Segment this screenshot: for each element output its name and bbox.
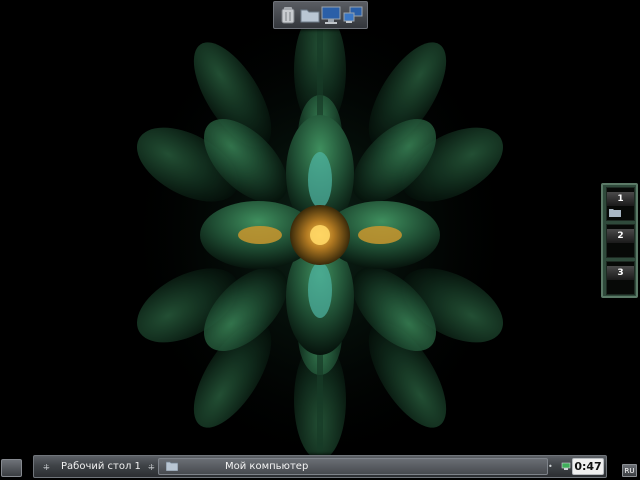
keyboard-layout-indicator[interactable]: RU <box>622 464 637 477</box>
grip-handle-icon[interactable]: ⁜ <box>43 463 50 472</box>
desktop-pager: 1 2 3 <box>601 183 638 298</box>
folder-icon <box>165 461 179 474</box>
pager-desktop-2[interactable]: 2 <box>606 224 635 258</box>
desktop-number: 2 <box>607 229 634 243</box>
trash-can-icon[interactable] <box>278 5 298 25</box>
desktop-wallpaper <box>0 0 640 480</box>
clock[interactable]: 0:47 <box>572 458 604 475</box>
show-desktop-button[interactable] <box>1 459 22 477</box>
pager-desktop-1[interactable]: 1 <box>606 187 635 221</box>
monitor-icon[interactable] <box>321 5 341 25</box>
network-tray-icon[interactable] <box>561 461 571 474</box>
folder-icon <box>609 208 621 217</box>
current-desktop-label[interactable]: Рабочий стол 1 <box>61 461 141 472</box>
tray-expand-icon[interactable]: • <box>548 462 553 471</box>
desktop-number: 1 <box>607 192 634 206</box>
task-label: Мой компьютер <box>225 461 309 472</box>
launcher-dock <box>273 1 368 29</box>
desktop-number: 3 <box>607 266 634 280</box>
taskbar: ⁜ Рабочий стол 1 ⁜ Мой компьютер • 0:47 <box>33 455 607 478</box>
folder-icon[interactable] <box>300 5 320 25</box>
network-computers-icon[interactable] <box>343 5 363 25</box>
task-button-my-computer[interactable]: Мой компьютер <box>158 458 548 475</box>
grip-handle-icon[interactable]: ⁜ <box>148 463 155 472</box>
pager-desktop-3[interactable]: 3 <box>606 261 635 295</box>
